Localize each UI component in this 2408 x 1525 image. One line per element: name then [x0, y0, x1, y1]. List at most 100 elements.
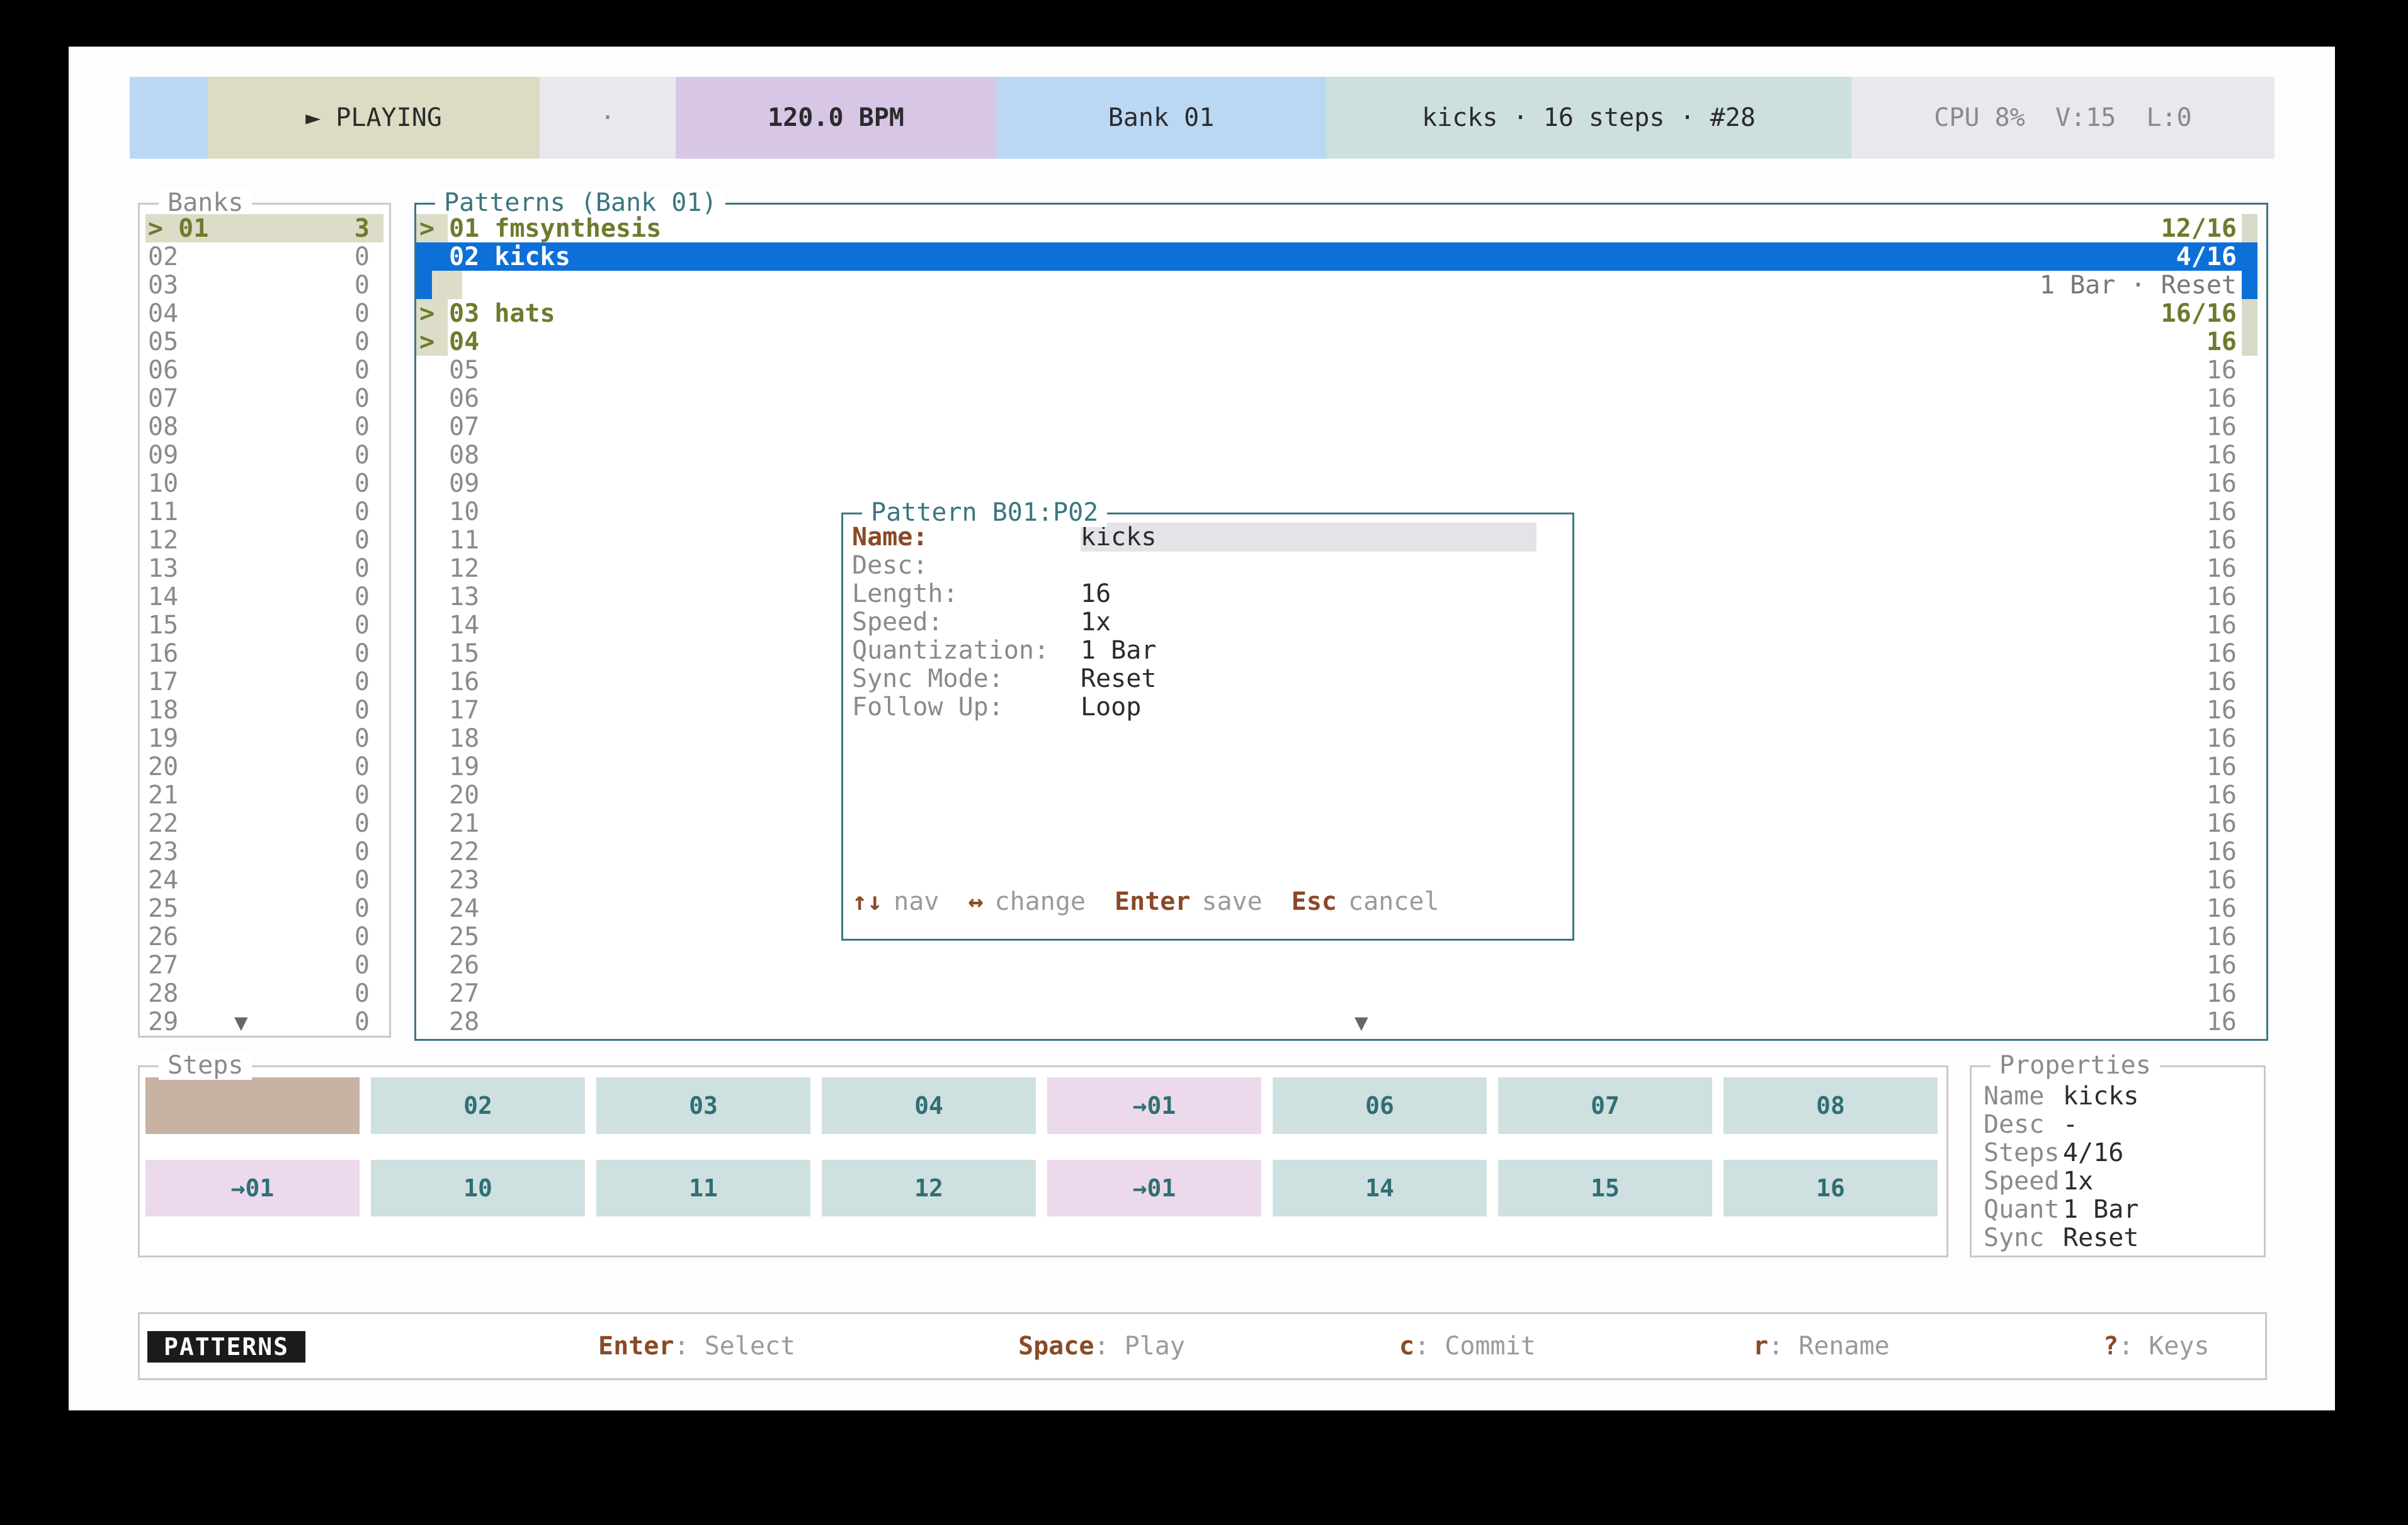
bank-row-27[interactable]: 270	[140, 951, 389, 979]
patterns-scrollbar[interactable]	[2242, 922, 2258, 951]
bank-row-08[interactable]: 080	[140, 412, 389, 441]
bank-row-24[interactable]: 240	[140, 866, 389, 894]
bank-row-19[interactable]: 190	[140, 724, 389, 752]
patterns-scrollbar[interactable]	[2242, 582, 2258, 611]
patterns-scrollbar[interactable]	[2242, 441, 2258, 469]
step-cell-6[interactable]: 06	[1273, 1077, 1487, 1134]
shortcut-label: : Play	[1094, 1332, 1185, 1361]
step-cell-3[interactable]: 03	[596, 1077, 810, 1134]
step-cell-1[interactable]	[145, 1077, 360, 1134]
bank-row-02[interactable]: 020	[140, 242, 389, 271]
pattern-row-gutter	[416, 611, 448, 639]
pattern-row-gutter	[416, 951, 448, 979]
patterns-scrollbar[interactable]	[2242, 526, 2258, 554]
bank-row-07[interactable]: 070	[140, 384, 389, 412]
bank-row-17[interactable]: 170	[140, 667, 389, 696]
bank-row-16[interactable]: 160	[140, 639, 389, 667]
pattern-row-02[interactable]: 02 kicks4/16	[416, 242, 2258, 271]
bank-row-05[interactable]: 050	[140, 327, 389, 356]
bank-row-01[interactable]: > 013	[145, 214, 383, 242]
pattern-row-05[interactable]: 0516	[416, 356, 2258, 384]
pattern-row-26[interactable]: 2616	[416, 951, 2258, 979]
step-cell-2[interactable]: 02	[371, 1077, 585, 1134]
bank-row-10[interactable]: 100	[140, 469, 389, 497]
bank-row-25[interactable]: 250	[140, 894, 389, 922]
dialog-field-length[interactable]: Length:16	[843, 579, 1572, 608]
dialog-field-quantization[interactable]: Quantization:1 Bar	[843, 636, 1572, 664]
patterns-scrollbar[interactable]	[2242, 611, 2258, 639]
bank-row-21[interactable]: 210	[140, 781, 389, 809]
bank-row-23[interactable]: 230	[140, 837, 389, 866]
patterns-scrollbar[interactable]	[2242, 752, 2258, 781]
patterns-scrollbar[interactable]	[2242, 951, 2258, 979]
step-cell-7[interactable]: 07	[1498, 1077, 1712, 1134]
pattern-row-28[interactable]: 28▼16	[416, 1007, 2258, 1036]
pattern-row-04[interactable]: >0416	[416, 327, 2258, 356]
bank-pattern-count: 0	[355, 242, 370, 271]
dialog-field-value-input[interactable]: kicks	[1081, 523, 1536, 552]
bank-row-03[interactable]: 030	[140, 271, 389, 299]
patterns-scrollbar[interactable]	[2242, 497, 2258, 526]
dialog-field-desc[interactable]: Desc:	[843, 551, 1572, 579]
step-cell-15[interactable]: 15	[1498, 1160, 1712, 1216]
patterns-scrollbar[interactable]	[2242, 696, 2258, 724]
patterns-scrollbar[interactable]	[2242, 242, 2258, 271]
patterns-scrollbar[interactable]	[2242, 384, 2258, 412]
patterns-scrollbar[interactable]	[2242, 412, 2258, 441]
dialog-field-speed[interactable]: Speed:1x	[843, 608, 1572, 636]
step-cell-13[interactable]: →01	[1047, 1160, 1261, 1216]
bank-row-18[interactable]: 180	[140, 696, 389, 724]
patterns-scrollbar[interactable]	[2242, 724, 2258, 752]
pattern-row-01[interactable]: >01 fmsynthesis12/16	[416, 214, 2258, 242]
pattern-row-03[interactable]: >03 hats16/16	[416, 299, 2258, 327]
pattern-row-07[interactable]: 0716	[416, 412, 2258, 441]
bank-row-14[interactable]: 140	[140, 582, 389, 611]
bank-row-09[interactable]: 090	[140, 441, 389, 469]
patterns-scrollbar[interactable]	[2242, 327, 2258, 356]
bank-row-20[interactable]: 200	[140, 752, 389, 781]
bank-row-11[interactable]: 110	[140, 497, 389, 526]
step-cell-4[interactable]: 04	[822, 1077, 1036, 1134]
patterns-scrollbar[interactable]	[2242, 781, 2258, 809]
patterns-scrollbar[interactable]	[2242, 214, 2258, 242]
step-cell-10[interactable]: 10	[371, 1160, 585, 1216]
bank-row-13[interactable]: 130	[140, 554, 389, 582]
step-cell-8[interactable]: 08	[1724, 1077, 1938, 1134]
step-cell-9[interactable]: →01	[145, 1160, 360, 1216]
bank-row-26[interactable]: 260	[140, 922, 389, 951]
bank-row-12[interactable]: 120	[140, 526, 389, 554]
bank-row-22[interactable]: 220	[140, 809, 389, 837]
patterns-scrollbar[interactable]	[2242, 639, 2258, 667]
patterns-scrollbar[interactable]	[2242, 1007, 2258, 1036]
patterns-scrollbar[interactable]	[2242, 866, 2258, 894]
dialog-field-syncmode[interactable]: Sync Mode:Reset	[843, 664, 1572, 693]
patterns-scrollbar[interactable]	[2242, 837, 2258, 866]
patterns-scrollbar[interactable]	[2242, 894, 2258, 922]
patterns-scrollbar[interactable]	[2242, 469, 2258, 497]
shortcut-key: c	[1399, 1332, 1414, 1361]
pattern-row-09[interactable]: 0916	[416, 469, 2258, 497]
bank-row-06[interactable]: 060	[140, 356, 389, 384]
bank-row-04[interactable]: 040	[140, 299, 389, 327]
step-cell-16[interactable]: 16	[1724, 1160, 1938, 1216]
patterns-scrollbar[interactable]	[2242, 979, 2258, 1007]
step-cell-5[interactable]: →01	[1047, 1077, 1261, 1134]
patterns-scrollbar[interactable]	[2242, 299, 2258, 327]
pattern-row-27[interactable]: 2716	[416, 979, 2258, 1007]
patterns-scrollbar[interactable]	[2242, 554, 2258, 582]
step-cell-14[interactable]: 14	[1273, 1160, 1487, 1216]
step-cell-12[interactable]: 12	[822, 1160, 1036, 1216]
bank-row-29[interactable]: 29▼0	[140, 1007, 389, 1036]
patterns-scrollbar[interactable]	[2242, 356, 2258, 384]
bank-row-28[interactable]: 280	[140, 979, 389, 1007]
patterns-scrollbar[interactable]	[2242, 809, 2258, 837]
dialog-field-followup[interactable]: Follow Up:Loop	[843, 693, 1572, 721]
patterns-scrollbar[interactable]	[2242, 667, 2258, 696]
step-cell-11[interactable]: 11	[596, 1160, 810, 1216]
pattern-row-08[interactable]: 0816	[416, 441, 2258, 469]
bank-row-15[interactable]: 150	[140, 611, 389, 639]
pattern-row-06[interactable]: 0616	[416, 384, 2258, 412]
patterns-scrollbar[interactable]	[2242, 271, 2258, 299]
dialog-field-value: 1 Bar	[1081, 636, 1564, 665]
pattern-step-count: 16	[2206, 356, 2237, 385]
